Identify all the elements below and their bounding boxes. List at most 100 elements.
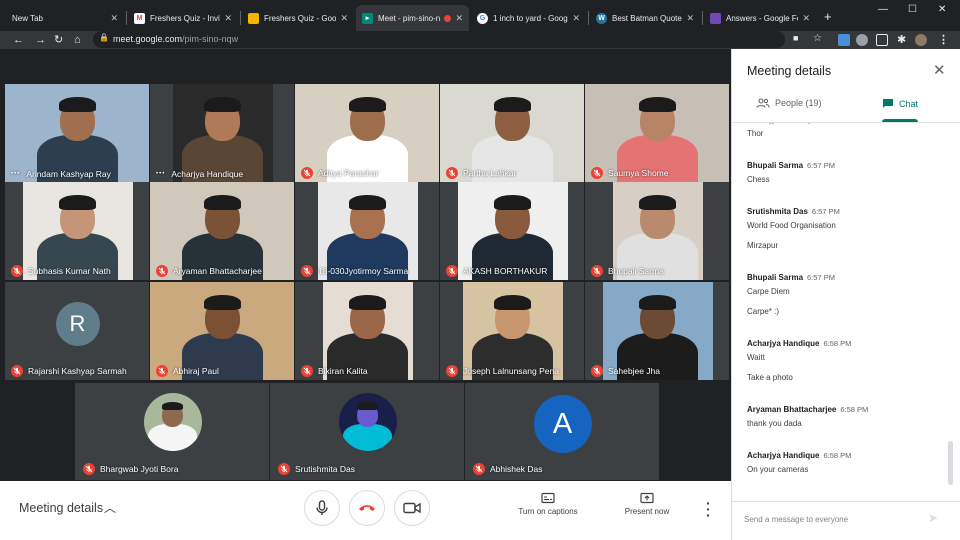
tab-google-search[interactable]: G 1 inch to yard - Googl ✕	[471, 5, 586, 31]
chat-messages[interactable]: Acharjya Handique6:56 PM Thor Bhupali Sarm…	[732, 123, 960, 493]
close-tab-icon[interactable]: ✕	[224, 13, 232, 24]
tab-google-forms-answers[interactable]: Answers - Google Forn ✕	[704, 5, 816, 31]
participant-name: AKASH BORTHAKUR	[446, 265, 547, 277]
participant-tile[interactable]: Abhiraj Paul	[150, 282, 294, 380]
participant-name-label: Abhishek Das	[490, 464, 543, 474]
participant-tile[interactable]: 18-030Jyotirmoy Sarma	[295, 182, 439, 280]
chat-text: Waitt	[747, 353, 765, 362]
extension-icon[interactable]	[856, 34, 868, 46]
more-options-icon[interactable]: · · ·	[706, 496, 711, 522]
send-icon[interactable]: ➤	[928, 511, 938, 525]
more-options-icon[interactable]: •••	[11, 171, 20, 177]
person-hair	[638, 295, 677, 310]
chat-sender: Bhupali Sarma 6:57 PM	[747, 273, 835, 282]
participant-name: Srutishmita Das	[278, 463, 355, 475]
tab-people[interactable]: People (19)	[756, 98, 822, 108]
participant-tile[interactable]: Aryaman Bhattacharjee	[150, 182, 294, 280]
bookmark-star-icon[interactable]: ☆	[813, 33, 822, 44]
participant-tile[interactable]: ••• Arindam Kashyap Ray	[5, 84, 149, 182]
participant-tile[interactable]: Joseph Lalnunsang Pena	[440, 282, 584, 380]
participant-tile[interactable]: Bhupali Sarma	[585, 182, 729, 280]
home-icon[interactable]: ⌂	[74, 32, 81, 48]
chat-timestamp: 6:57 PM	[811, 207, 840, 216]
participant-name-label: Sahebjee Jha	[608, 366, 660, 376]
minimize-icon[interactable]: —	[878, 4, 888, 15]
participant-tile[interactable]: Bhargwab Jyoti Bora	[75, 383, 269, 480]
chevron-up-icon[interactable]: ︿	[104, 499, 116, 516]
reload-icon[interactable]: ↻	[54, 32, 63, 48]
cast-icon[interactable]	[876, 34, 888, 46]
present-now-button[interactable]: Present now	[612, 492, 682, 516]
back-icon[interactable]: ←	[13, 32, 24, 48]
participant-tile[interactable]: Srutishmita Das	[270, 383, 464, 480]
participant-tile[interactable]: Sahebjee Jha	[585, 282, 729, 380]
video-feed	[338, 393, 397, 451]
chat-message: Aryaman Bhattacharjee 6:58 PM thank you da…	[747, 405, 868, 428]
chat-input[interactable]: Send a message to everyone	[744, 515, 848, 524]
microphone-button[interactable]	[304, 490, 340, 526]
mic-off-icon	[156, 265, 168, 277]
leave-call-button[interactable]	[349, 490, 385, 526]
participant-tile[interactable]: Saumya Shome	[585, 84, 729, 182]
chat-sender: Bhupali Sarma 6:57 PM	[747, 161, 835, 170]
tab-chat[interactable]: Chat	[882, 98, 918, 109]
participant-tile[interactable]: R Rajarshi Kashyap Sarmah	[5, 282, 149, 380]
chat-icon	[883, 99, 893, 108]
participant-tile[interactable]: Subhasis Kumar Nath	[5, 182, 149, 280]
extension-icon[interactable]	[838, 34, 850, 46]
participant-name-label: Joseph Lalnunsang Pena	[463, 366, 559, 376]
hang-up-icon	[359, 505, 375, 511]
participant-name-label: Bikiran Kalita	[318, 366, 368, 376]
participant-tile[interactable]: Partha Lahkar	[440, 84, 584, 182]
close-tab-icon[interactable]: ✕	[455, 13, 463, 24]
mic-off-icon	[278, 463, 290, 475]
chat-sender: Acharjya Handique 6:58 PM	[747, 451, 852, 460]
participant-name: Rajarshi Kashyap Sarmah	[11, 365, 127, 377]
google-forms-icon	[248, 12, 259, 24]
person-hair	[203, 195, 242, 210]
puzzle-icon[interactable]: ✱	[897, 32, 906, 48]
forward-icon[interactable]: →	[35, 32, 46, 48]
close-tab-icon[interactable]: ✕	[110, 13, 118, 24]
participant-name: ••• Acharjya Handique	[156, 169, 243, 179]
camera-button[interactable]	[394, 490, 430, 526]
video-feed	[172, 84, 273, 182]
more-options-icon[interactable]: •••	[156, 171, 165, 177]
participant-tile[interactable]: AKASH BORTHAKUR	[440, 182, 584, 280]
captions-button[interactable]: Turn on captions	[508, 492, 588, 516]
tab-google-forms[interactable]: Freshers Quiz - Google ✕	[242, 5, 354, 31]
participant-tile[interactable]: ••• Acharjya Handique	[150, 84, 294, 182]
video-feed	[143, 393, 202, 451]
tab-strip: New Tab ✕ M Freshers Quiz - Invitati ✕ F…	[0, 0, 960, 31]
chat-sender: Aryaman Bhattacharjee 6:58 PM	[747, 405, 869, 414]
tab-google-meet[interactable]: ▸ Meet - pim-sino-n ✕	[356, 5, 469, 31]
new-tab-button[interactable]: +	[824, 9, 832, 24]
lock-icon: 🔒	[99, 33, 109, 42]
participant-tile[interactable]: A Abhishek Das	[465, 383, 659, 480]
tab-title: New Tab	[12, 13, 43, 23]
close-tab-icon[interactable]: ✕	[802, 13, 810, 24]
participant-name-label: 18-030Jyotirmoy Sarma	[318, 266, 409, 276]
participant-name-label: Aryaman Bhattacharjee	[173, 266, 262, 276]
close-tab-icon[interactable]: ✕	[686, 13, 694, 24]
menu-icon[interactable]: ⋮	[938, 32, 949, 48]
close-window-icon[interactable]: ✕	[938, 4, 946, 15]
close-icon[interactable]: ✕	[933, 61, 946, 79]
tab-wordpress[interactable]: W Best Batman Quotes - ✕	[590, 5, 700, 31]
tab-gmail[interactable]: M Freshers Quiz - Invitati ✕	[128, 5, 238, 31]
chat-scrollbar[interactable]	[948, 441, 953, 485]
avatar[interactable]	[915, 34, 927, 46]
close-tab-icon[interactable]: ✕	[340, 13, 348, 24]
meeting-details-button[interactable]: Meeting details	[19, 501, 103, 515]
chat-compose[interactable]: Send a message to everyone ➤	[732, 501, 960, 540]
participant-name-label: Subhasis Kumar Nath	[28, 266, 111, 276]
address-bar[interactable]: 🔒 meet.google.com/pim-sino-nqw ■ ☆	[93, 31, 822, 48]
chat-message: Acharjya Handique6:56 PM Thor	[747, 123, 851, 138]
participant-tile[interactable]: Aditya Parashar	[295, 84, 439, 182]
tab-new-tab[interactable]: New Tab ✕	[6, 5, 124, 31]
maximize-icon[interactable]: ☐	[908, 4, 917, 15]
avatar: A	[533, 395, 592, 453]
camera-icon[interactable]: ■	[793, 33, 798, 43]
participant-tile[interactable]: Bikiran Kalita	[295, 282, 439, 380]
close-tab-icon[interactable]: ✕	[572, 13, 580, 24]
